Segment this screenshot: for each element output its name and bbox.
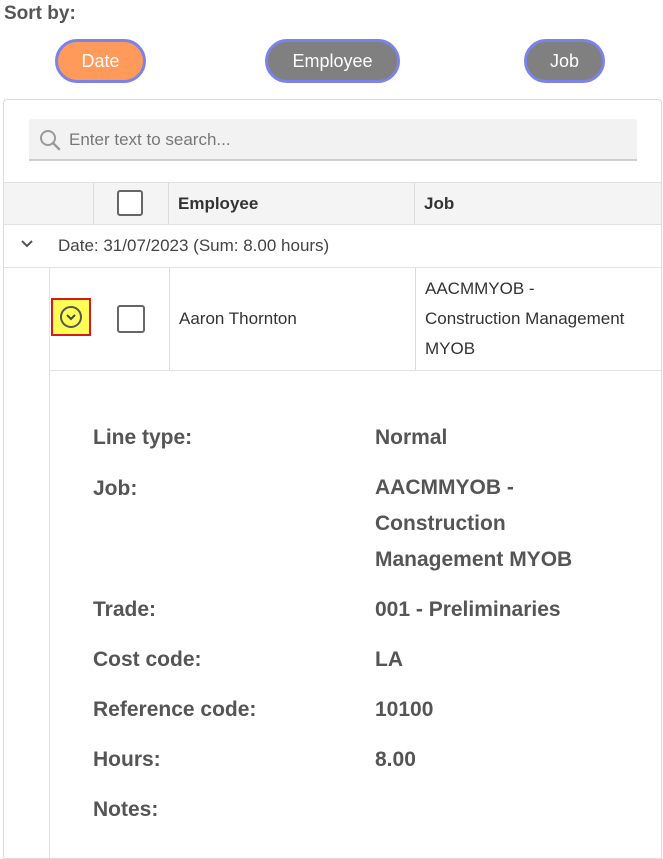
detail-value: 8.00: [375, 748, 416, 771]
table-row[interactable]: Aaron Thornton AACMMYOB - Construction M…: [49, 268, 661, 371]
detail-value: 10100: [375, 698, 434, 721]
row-expand-button[interactable]: [51, 298, 91, 336]
detail-label: Hours:: [93, 748, 161, 771]
row-checkbox[interactable]: [117, 305, 145, 333]
column-header-job[interactable]: Job: [424, 194, 454, 214]
search-icon: [40, 130, 61, 151]
job-cell: AACMMYOB - Construction Management MYOB: [425, 279, 625, 358]
detail-label: Notes:: [93, 798, 159, 821]
detail-label: Trade:: [93, 598, 157, 621]
detail-label: Cost code:: [93, 648, 202, 671]
group-label: Date: 31/07/2023 (Sum: 8.00 hours): [58, 236, 330, 255]
detail-value: LA: [375, 648, 403, 671]
search-input[interactable]: [67, 125, 631, 155]
sort-by-label: Sort by:: [4, 3, 76, 24]
circle-chevron-down-icon: [60, 306, 82, 328]
detail-value: AACMMYOB - Construction Management MYOB: [375, 476, 573, 571]
column-divider: [414, 183, 415, 224]
row-detail-panel: Line type: Normal Job: AACMMYOB - Constr…: [49, 371, 661, 858]
column-header-employee[interactable]: Employee: [178, 194, 258, 214]
column-divider: [93, 183, 94, 224]
detail-label: Job:: [93, 477, 138, 500]
detail-value: Normal: [375, 426, 448, 449]
detail-label: Line type:: [93, 426, 193, 449]
group-row: Date: 31/07/2023 (Sum: 8.00 hours): [4, 225, 661, 268]
select-all-checkbox[interactable]: [117, 190, 143, 216]
column-divider: [415, 268, 416, 370]
column-divider: [169, 268, 170, 370]
table-header: Employee Job: [4, 182, 661, 225]
sort-job-button[interactable]: Job: [524, 39, 605, 83]
employee-cell: Aaron Thornton: [179, 309, 297, 328]
column-divider: [168, 183, 169, 224]
chevron-down-icon[interactable]: [20, 239, 34, 249]
sort-date-button[interactable]: Date: [55, 39, 146, 83]
detail-label: Reference code:: [93, 698, 257, 721]
sort-employee-button[interactable]: Employee: [265, 39, 400, 83]
search-box: [29, 119, 637, 161]
detail-value: 001 - Preliminaries: [375, 598, 561, 621]
timesheet-grid: Employee Job Date: 31/07/2023 (Sum: 8.00…: [3, 99, 662, 859]
